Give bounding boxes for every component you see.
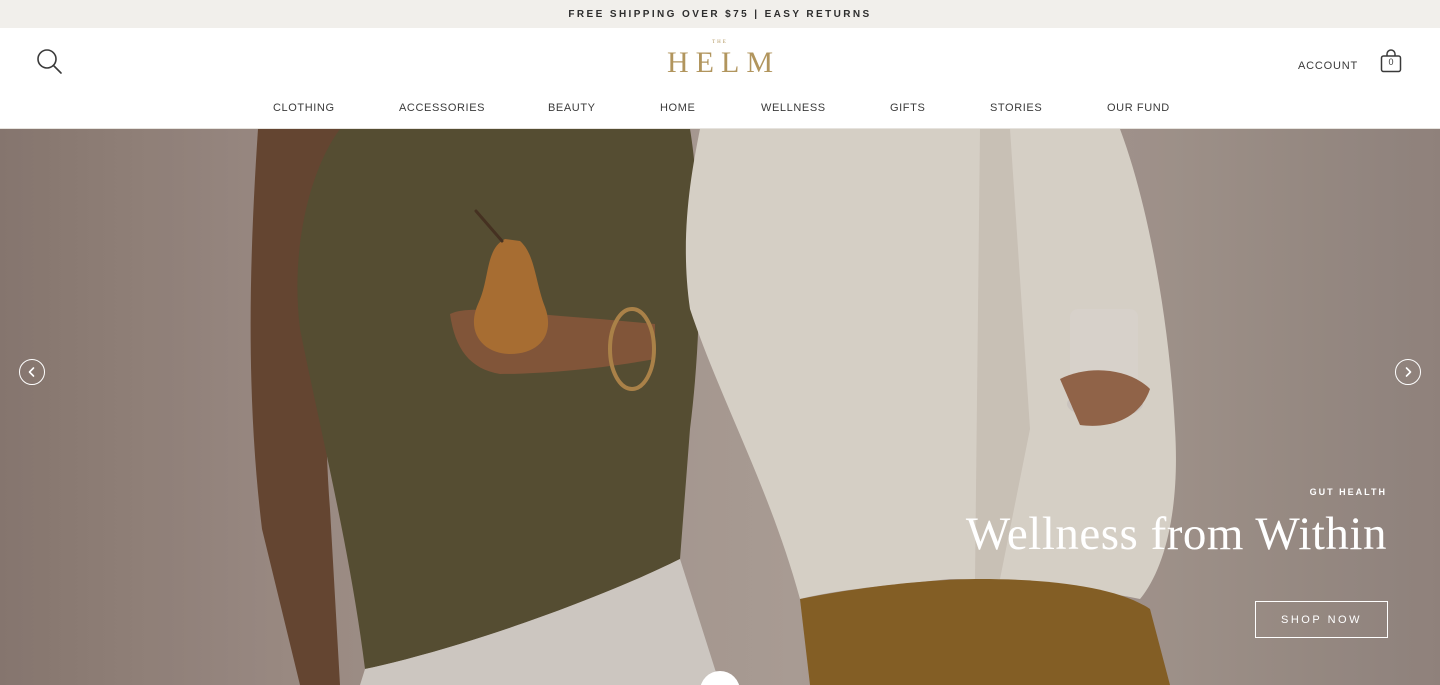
main-navigation: CLOTHING ACCESSORIES BEAUTY HOME WELLNES… [0, 102, 1440, 118]
nav-item-our-fund[interactable]: OUR FUND [1107, 102, 1170, 114]
nav-item-gifts[interactable]: GIFTS [890, 102, 925, 114]
chevron-left-icon [28, 367, 35, 377]
nav-item-wellness[interactable]: WELLNESS [761, 102, 826, 114]
search-icon [37, 49, 62, 74]
search-button[interactable] [36, 48, 64, 76]
hero-image [0, 129, 1440, 685]
nav-item-beauty[interactable]: BEAUTY [548, 102, 596, 114]
cart-button[interactable]: 0 [1380, 48, 1404, 74]
announcement-bar: FREE SHIPPING OVER $75 | EASY RETURNS [0, 0, 1440, 28]
announcement-text: FREE SHIPPING OVER $75 | EASY RETURNS [568, 8, 872, 20]
site-logo[interactable]: THE HELM [640, 40, 800, 84]
shop-now-button[interactable]: SHOP NOW [1255, 601, 1388, 638]
chevron-right-icon [1405, 367, 1412, 377]
hero-headline: Wellness from Within [965, 508, 1387, 560]
nav-item-stories[interactable]: STORIES [990, 102, 1042, 114]
hero-slideshow: GUT HEALTH Wellness from Within SHOP NOW [0, 129, 1440, 685]
nav-item-clothing[interactable]: CLOTHING [273, 102, 335, 114]
hero-eyebrow: GUT HEALTH [1309, 487, 1387, 497]
previous-slide-button[interactable] [19, 359, 45, 385]
cart-count: 0 [1388, 57, 1394, 67]
nav-item-accessories[interactable]: ACCESSORIES [399, 102, 485, 114]
nav-item-home[interactable]: HOME [660, 102, 695, 114]
site-header: THE HELM ACCOUNT 0 CLOTHING ACCESSORIES … [0, 28, 1440, 129]
account-link[interactable]: ACCOUNT [1298, 60, 1358, 72]
logo-main-text: HELM [667, 46, 780, 79]
next-slide-button[interactable] [1395, 359, 1421, 385]
